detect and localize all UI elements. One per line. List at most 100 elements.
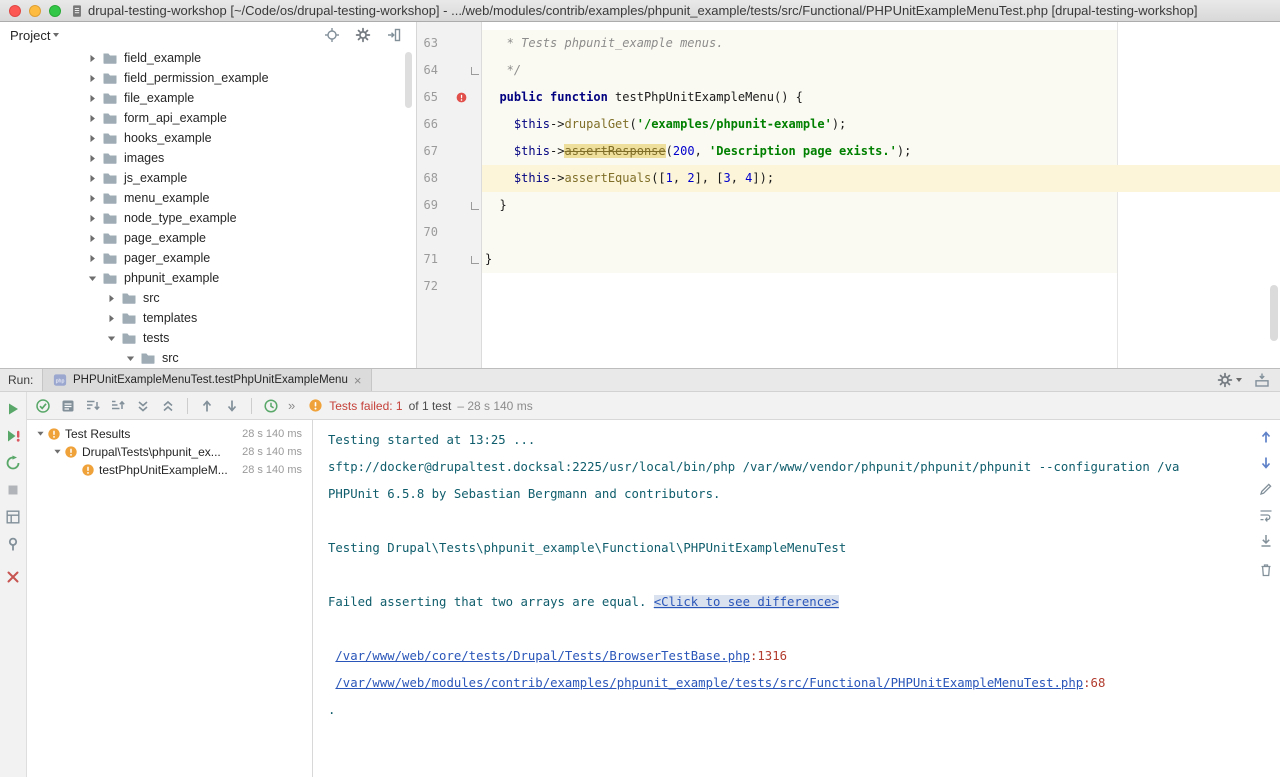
test-tree-item[interactable]: Drupal\Tests\phpunit_ex...28 s 140 ms — [27, 443, 312, 461]
settings-icon[interactable] — [1217, 372, 1233, 388]
line-number: 72 — [417, 273, 438, 300]
project-tree-item[interactable]: field_example — [0, 48, 416, 68]
project-tree-item[interactable]: src — [0, 288, 416, 308]
chevron-down-icon[interactable] — [124, 352, 137, 365]
close-window-button[interactable] — [9, 5, 21, 17]
stack-trace-link[interactable]: /var/www/web/modules/contrib/examples/ph… — [335, 676, 1083, 690]
pin-tab-icon[interactable] — [5, 536, 21, 552]
minimize-window-button[interactable] — [29, 5, 41, 17]
restore-layout-icon[interactable] — [5, 509, 21, 525]
editor-line[interactable]: 72 — [417, 273, 1280, 300]
chevron-right-icon[interactable] — [86, 232, 99, 245]
rerun-failed-tests-icon[interactable] — [5, 428, 21, 444]
chevron-right-icon[interactable] — [86, 132, 99, 145]
show-ignored-icon[interactable] — [60, 398, 76, 414]
failed-test-marker[interactable] — [455, 91, 468, 104]
test-failed-icon — [47, 427, 61, 441]
test-tree-item[interactable]: testPhpUnitExampleM...28 s 140 ms — [27, 461, 312, 479]
editor-line[interactable]: 66 $this->drupalGet('/examples/phpunit-e… — [417, 111, 1280, 138]
folder-icon — [102, 110, 118, 126]
expand-all-icon[interactable] — [135, 398, 151, 414]
run-tab[interactable]: php PHPUnitExampleMenuTest.testPhpUnitEx… — [42, 369, 372, 391]
chevron-down-icon[interactable] — [105, 332, 118, 345]
clear-console-icon[interactable] — [1258, 562, 1274, 578]
edit-source-icon[interactable] — [1258, 481, 1274, 497]
chevron-right-icon[interactable] — [86, 192, 99, 205]
line-number: 67 — [417, 138, 438, 165]
chevron-right-icon[interactable] — [86, 172, 99, 185]
chevron-right-icon[interactable] — [86, 212, 99, 225]
project-tree-item[interactable]: js_example — [0, 168, 416, 188]
project-tree-item[interactable]: field_permission_example — [0, 68, 416, 88]
chevron-right-icon[interactable] — [86, 52, 99, 65]
code-text: } — [482, 246, 1280, 273]
down-stack-trace-icon[interactable] — [1258, 455, 1274, 471]
editor[interactable]: 63 * Tests phpunit_example menus.64 */65… — [417, 22, 1280, 368]
project-tree-item[interactable]: pager_example — [0, 248, 416, 268]
editor-scrollbar[interactable] — [1270, 285, 1278, 341]
editor-line[interactable]: 63 * Tests phpunit_example menus. — [417, 30, 1280, 57]
stack-trace-link[interactable]: /var/www/web/core/tests/Drupal/Tests/Bro… — [335, 649, 750, 663]
project-scrollbar[interactable] — [405, 52, 412, 108]
chevron-down-icon[interactable] — [86, 272, 99, 285]
hide-window-icon[interactable] — [1254, 372, 1270, 388]
project-panel-toolbar — [324, 27, 406, 43]
scroll-to-end-icon[interactable] — [1258, 533, 1274, 549]
chevron-right-icon[interactable] — [86, 252, 99, 265]
soft-wrap-icon[interactable] — [1258, 507, 1274, 523]
hide-panel-icon[interactable] — [386, 27, 402, 43]
show-passed-icon[interactable] — [35, 398, 51, 414]
editor-line[interactable]: 70 — [417, 219, 1280, 246]
project-tree-item[interactable]: form_api_example — [0, 108, 416, 128]
project-tree-item[interactable]: file_example — [0, 88, 416, 108]
project-tree-item[interactable]: menu_example — [0, 188, 416, 208]
editor-line[interactable]: 65 public function testPhpUnitExampleMen… — [417, 84, 1280, 111]
project-tree-item[interactable]: templates — [0, 308, 416, 328]
chevron-right-icon[interactable] — [105, 312, 118, 325]
chevron-down-icon[interactable] — [50, 446, 64, 458]
fold-marker-icon[interactable] — [471, 256, 479, 264]
editor-line[interactable]: 68 $this->assertEquals([1, 2], [3, 4]); — [417, 165, 1280, 192]
project-tree-item[interactable]: phpunit_example — [0, 268, 416, 288]
project-tree-item[interactable]: hooks_example — [0, 128, 416, 148]
toggle-auto-test-icon[interactable] — [5, 455, 21, 471]
chevron-right-icon[interactable] — [86, 152, 99, 165]
chevron-right-icon[interactable] — [105, 292, 118, 305]
collapse-all-icon[interactable] — [160, 398, 176, 414]
chevron-right-icon[interactable] — [86, 72, 99, 85]
project-tree-item[interactable]: src — [0, 348, 416, 368]
previous-failed-test-icon[interactable] — [199, 398, 215, 414]
close-icon[interactable] — [5, 569, 21, 585]
chevron-right-icon[interactable] — [86, 112, 99, 125]
fold-marker-icon[interactable] — [471, 202, 479, 210]
rerun-icon[interactable] — [5, 401, 21, 417]
more-icon[interactable]: » — [288, 398, 295, 414]
sort-by-duration-icon[interactable] — [85, 398, 101, 414]
settings-icon[interactable] — [355, 27, 371, 43]
project-panel-title[interactable]: Project — [10, 28, 59, 43]
test-item-label: Test Results — [65, 427, 130, 441]
editor-line[interactable]: 71} — [417, 246, 1280, 273]
test-tree-item[interactable]: Test Results28 s 140 ms — [27, 425, 312, 443]
sort-alphabetically-icon[interactable] — [110, 398, 126, 414]
project-tree-item[interactable]: node_type_example — [0, 208, 416, 228]
editor-line[interactable]: 69 } — [417, 192, 1280, 219]
test-history-icon[interactable] — [263, 398, 279, 414]
project-tree-item[interactable]: tests — [0, 328, 416, 348]
window-title: drupal-testing-workshop [~/Code/os/drupa… — [88, 0, 1276, 21]
tabbar-actions — [1217, 369, 1270, 391]
zoom-window-button[interactable] — [49, 5, 61, 17]
project-tree-item[interactable]: page_example — [0, 228, 416, 248]
chevron-right-icon[interactable] — [86, 92, 99, 105]
up-stack-trace-icon[interactable] — [1258, 429, 1274, 445]
project-tree-item[interactable]: images — [0, 148, 416, 168]
view-diff-link[interactable]: <Click to see difference> — [654, 595, 839, 609]
next-failed-test-icon[interactable] — [224, 398, 240, 414]
stop-icon[interactable] — [5, 482, 21, 498]
close-tab-icon[interactable]: × — [354, 374, 362, 387]
fold-marker-icon[interactable] — [471, 67, 479, 75]
editor-line[interactable]: 67 $this->assertResponse(200, 'Descripti… — [417, 138, 1280, 165]
chevron-down-icon[interactable] — [33, 428, 47, 440]
editor-line[interactable]: 64 */ — [417, 57, 1280, 84]
select-opened-file-icon[interactable] — [324, 27, 340, 43]
